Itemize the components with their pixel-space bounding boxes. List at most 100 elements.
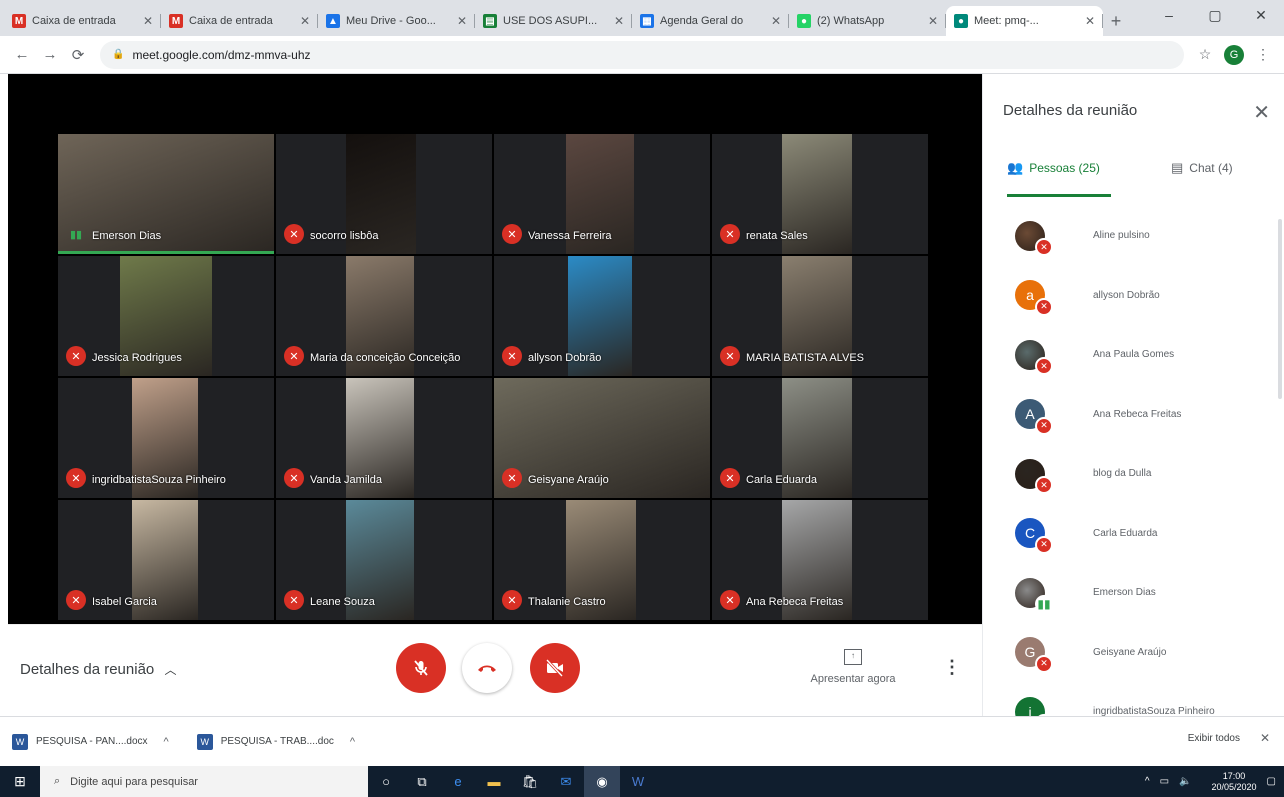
download-item[interactable]: W PESQUISA - TRAB....doc ^	[196, 733, 355, 750]
browser-tab[interactable]: M Caixa de entrada ✕	[161, 6, 318, 36]
participant-grid: ▮▮ Emerson Dias ✕ socorro lisbôa ✕ Vanessa Fe…	[58, 134, 928, 622]
tray-chevron-icon[interactable]: ^	[1145, 776, 1150, 787]
speaking-indicator-icon: ▮▮	[69, 228, 83, 241]
reload-icon[interactable]: ⟳	[64, 46, 92, 64]
participant-tile[interactable]: ✕ MARIA BATISTA ALVES	[712, 256, 928, 376]
meeting-details-toggle[interactable]: Detalhes da reunião ︿	[20, 661, 176, 678]
network-icon[interactable]: ▭	[1160, 776, 1169, 787]
participant-tile[interactable]: ✕ Vanessa Ferreira	[494, 134, 710, 254]
participant-tile[interactable]: ✕ Isabel Garcia	[58, 500, 274, 620]
browser-tab[interactable]: ▲ Meu Drive - Goo... ✕	[318, 6, 475, 36]
windows-start-icon[interactable]: ⊞	[0, 766, 40, 797]
participant-tile[interactable]: ✕ Vanda Jamilda	[276, 378, 492, 498]
menu-dots-icon[interactable]: ⋮	[1250, 46, 1276, 63]
browser-tab[interactable]: M Caixa de entrada ✕	[4, 6, 161, 36]
forward-icon[interactable]: →	[36, 46, 64, 63]
more-options-icon[interactable]: ⋮	[943, 657, 961, 678]
tab-chat[interactable]: ▤ Chat (4)	[1171, 160, 1233, 176]
mic-muted-icon: ✕	[284, 590, 304, 610]
store-icon[interactable]: 🛍	[512, 766, 548, 797]
profile-avatar[interactable]: G	[1224, 44, 1244, 65]
camera-toggle-button[interactable]	[530, 643, 580, 693]
maximize-icon[interactable]: ▢	[1192, 0, 1238, 30]
participant-tile[interactable]: ✕ Geisyane Araújo	[494, 378, 710, 498]
person-row[interactable]: ✕ Ana Paula Gomes	[983, 325, 1284, 385]
sheets-icon: ▤	[483, 14, 497, 28]
meeting-details-label: Detalhes da reunião	[20, 661, 155, 678]
cortana-icon[interactable]: ○	[368, 766, 404, 797]
present-screen-icon: ↑	[844, 649, 862, 665]
participant-tile[interactable]: ✕ Carla Eduarda	[712, 378, 928, 498]
chevron-up-icon: ︿	[164, 663, 177, 677]
url-field[interactable]: 🔒 meet.google.com/dmz-mmva-uhz	[100, 40, 1184, 69]
chevron-up-icon[interactable]: ^	[164, 736, 169, 748]
mic-muted-icon: ✕	[720, 468, 740, 488]
new-tab-button[interactable]: +	[1103, 6, 1129, 36]
participant-name: Vanda Jamilda	[310, 474, 382, 486]
participant-tile[interactable]: ✕ Ana Rebeca Freitas	[712, 500, 928, 620]
show-all-downloads-link[interactable]: Exibir todos	[1188, 733, 1240, 744]
mail-icon[interactable]: ✉	[548, 766, 584, 797]
chrome-icon[interactable]: ◉	[584, 766, 620, 797]
person-row[interactable]: a ✕ allyson Dobrão	[983, 266, 1284, 326]
close-tab-icon[interactable]: ✕	[457, 14, 467, 28]
minimize-icon[interactable]: –	[1146, 0, 1192, 30]
browser-tab[interactable]: ● (2) WhatsApp ✕	[789, 6, 946, 36]
mic-muted-icon: ✕	[502, 468, 522, 488]
participant-tile[interactable]: ✕ Thalanie Castro	[494, 500, 710, 620]
person-row[interactable]: G ✕ Geisyane Araújo	[983, 623, 1284, 683]
close-tab-icon[interactable]: ✕	[928, 14, 938, 28]
leave-call-button[interactable]	[462, 643, 512, 693]
participant-tile[interactable]: ✕ Jessica Rodrigues	[58, 256, 274, 376]
participant-name: allyson Dobrão	[528, 352, 602, 364]
browser-tab[interactable]: ● Meet: pmq-... ✕	[946, 6, 1103, 36]
close-panel-icon[interactable]: ✕	[1253, 100, 1270, 125]
back-icon[interactable]: ←	[8, 46, 36, 63]
participant-tile[interactable]: ✕ Leane Souza	[276, 500, 492, 620]
close-tab-icon[interactable]: ✕	[300, 14, 310, 28]
mic-muted-icon: ✕	[1035, 297, 1053, 316]
word-icon[interactable]: W	[620, 766, 656, 797]
bookmark-star-icon[interactable]: ☆	[1192, 46, 1218, 63]
volume-icon[interactable]: 🔈	[1179, 776, 1191, 787]
notifications-icon[interactable]: ▢	[1267, 776, 1276, 787]
participant-tile[interactable]: ✕ socorro lisbôa	[276, 134, 492, 254]
close-downloads-icon[interactable]: ✕	[1260, 731, 1270, 745]
meeting-details-panel: Detalhes da reunião ✕ 👥 Pessoas (25) ▤ C…	[982, 74, 1284, 732]
close-window-icon[interactable]: ✕	[1238, 0, 1284, 30]
close-tab-icon[interactable]: ✕	[614, 14, 624, 28]
person-row[interactable]: ▮▮ Emerson Dias	[983, 563, 1284, 623]
mic-muted-icon: ✕	[1035, 476, 1053, 494]
file-explorer-icon[interactable]: ▬	[476, 766, 512, 797]
present-now-button[interactable]: ↑ Apresentar agora	[798, 649, 908, 685]
participant-tile[interactable]: ✕ Maria da conceição Conceição	[276, 256, 492, 376]
download-filename: PESQUISA - PAN....docx	[36, 736, 148, 747]
edge-icon[interactable]: e	[440, 766, 476, 797]
chevron-up-icon[interactable]: ^	[350, 736, 355, 748]
close-tab-icon[interactable]: ✕	[1085, 14, 1095, 28]
browser-tab[interactable]: ▦ Agenda Geral do ✕	[632, 6, 789, 36]
taskbar-search-field[interactable]: ⌕ Digite aqui para pesquisar	[40, 766, 368, 797]
person-row[interactable]: C ✕ Carla Eduarda	[983, 504, 1284, 564]
download-item[interactable]: W PESQUISA - PAN....docx ^	[12, 733, 169, 750]
participant-tile[interactable]: ✕ renata Sales	[712, 134, 928, 254]
task-view-icon[interactable]: ⧉	[404, 766, 440, 797]
close-tab-icon[interactable]: ✕	[143, 14, 153, 28]
drive-icon: ▲	[326, 14, 340, 28]
participant-tile[interactable]: ▮▮ Emerson Dias	[58, 134, 274, 254]
tray-clock[interactable]: 17:00 20/05/2020	[1202, 771, 1257, 793]
mic-toggle-button[interactable]	[396, 643, 446, 693]
people-list-scrollbar[interactable]	[1278, 219, 1282, 399]
participant-name: Ana Rebeca Freitas	[746, 596, 844, 608]
active-tab-indicator	[1007, 194, 1111, 197]
browser-tab[interactable]: ▤ USE DOS ASUPI... ✕	[475, 6, 632, 36]
clock-date: 20/05/2020	[1211, 781, 1257, 792]
participant-tile[interactable]: ✕ ingridbatistaSouza Pinheiro	[58, 378, 274, 498]
tab-people[interactable]: 👥 Pessoas (25)	[1007, 160, 1100, 176]
person-row[interactable]: ✕ Aline pulsino	[983, 206, 1284, 266]
person-row[interactable]: ✕ blog da Dulla	[983, 444, 1284, 504]
mic-muted-icon: ✕	[284, 346, 304, 366]
close-tab-icon[interactable]: ✕	[771, 14, 781, 28]
person-row[interactable]: A ✕ Ana Rebeca Freitas	[983, 385, 1284, 445]
participant-tile[interactable]: ✕ allyson Dobrão	[494, 256, 710, 376]
